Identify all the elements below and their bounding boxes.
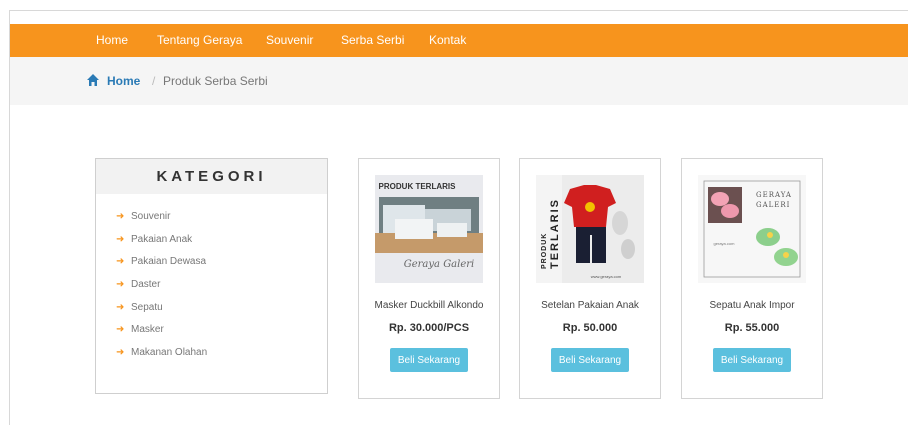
product-price: Rp. 30.000/PCS [388,322,470,334]
kategori-item-sepatu[interactable]: ➜ Sepatu [116,302,207,325]
product-image-footer: geraya.com [714,241,736,246]
kategori-item-souvenir[interactable]: ➜ Souvenir [116,211,207,234]
product-name: Sepatu Anak Impor [709,300,795,311]
kategori-item-daster[interactable]: ➜ Daster [116,279,207,302]
product-image-caption-top: PRODUK [541,233,548,269]
arrow-right-icon: ➜ [116,233,125,245]
product-price: Rp. 50.000 [562,322,618,334]
nav-tentang-geraya[interactable]: Tentang Geraya [157,33,242,47]
kategori-item-label: Daster [131,279,161,291]
kategori-item-pakaian-anak[interactable]: ➜ Pakaian Anak [116,234,207,257]
kategori-list: ➜ Souvenir ➜ Pakaian Anak ➜ Pakaian Dewasa … [116,211,207,370]
buy-now-button[interactable]: Beli Sekarang [713,348,791,372]
breadcrumb-current: Produk Serba Serbi [163,74,268,88]
product-image-caption: PRODUK TERLARIS [379,182,457,191]
product-name: Masker Duckbill Alkondo [374,300,484,311]
kategori-item-label: Pakaian Dewasa [131,256,207,268]
breadcrumb-home-link[interactable]: Home [107,74,140,88]
kategori-item-label: Masker [131,324,164,336]
kategori-item-masker[interactable]: ➜ Masker [116,324,207,347]
arrow-right-icon: ➜ [116,301,125,313]
nav-souvenir[interactable]: Souvenir [266,33,313,47]
arrow-right-icon: ➜ [116,211,125,222]
product-image[interactable]: PRODUK TERLARIS www.geraya.com [536,175,644,283]
product-card: GERAYA GALERI geraya.com Sepatu Anak Imp… [681,158,823,399]
kategori-item-label: Pakaian Anak [131,233,193,245]
product-name: Setelan Pakaian Anak [541,300,639,311]
product-image-brand-2: GALERI [756,201,790,209]
product-image-caption: TERLARIS [549,198,561,269]
breadcrumb: Home / Produk Serba Serbi [10,57,908,105]
buy-now-button[interactable]: Beli Sekarang [390,348,468,372]
kategori-item-makanan-olahan[interactable]: ➜ Makanan Olahan [116,347,207,370]
arrow-right-icon: ➜ [116,279,125,291]
kategori-item-label: Sepatu [131,301,163,313]
arrow-right-icon: ➜ [116,347,125,359]
product-image[interactable]: GERAYA GALERI geraya.com [698,175,806,283]
kategori-panel: KATEGORI ➜ Souvenir ➜ Pakaian Anak ➜ Pakaia… [95,158,328,394]
product-image-brand-1: GERAYA [756,191,792,199]
page-frame-top [10,10,908,11]
product-price: Rp. 55.000 [724,322,780,334]
product-image[interactable]: PRODUK TERLARIS Geraya Galeri [375,175,483,283]
kategori-item-label: Souvenir [131,211,171,222]
product-image-footer: www.geraya.com [591,274,622,279]
main-navbar: Home Tentang Geraya Souvenir Serba Serbi… [10,24,908,57]
product-image-script: Geraya Galeri [404,259,474,270]
kategori-title: KATEGORI [156,168,267,185]
kategori-header: KATEGORI [96,159,327,194]
kategori-item-label: Makanan Olahan [131,347,208,359]
product-card: PRODUK TERLARIS Geraya Galeri Masker Duc… [358,158,500,399]
nav-kontak[interactable]: Kontak [429,33,466,47]
kategori-item-pakaian-dewasa[interactable]: ➜ Pakaian Dewasa [116,256,207,279]
buy-now-button[interactable]: Beli Sekarang [551,348,629,372]
arrow-right-icon: ➜ [116,324,125,336]
nav-serba-serbi[interactable]: Serba Serbi [341,33,404,47]
arrow-right-icon: ➜ [116,256,125,268]
breadcrumb-separator: / [152,74,156,88]
home-icon[interactable] [86,73,100,87]
product-card: PRODUK TERLARIS www.geraya.com Setelan P… [519,158,661,399]
nav-home[interactable]: Home [96,33,128,47]
